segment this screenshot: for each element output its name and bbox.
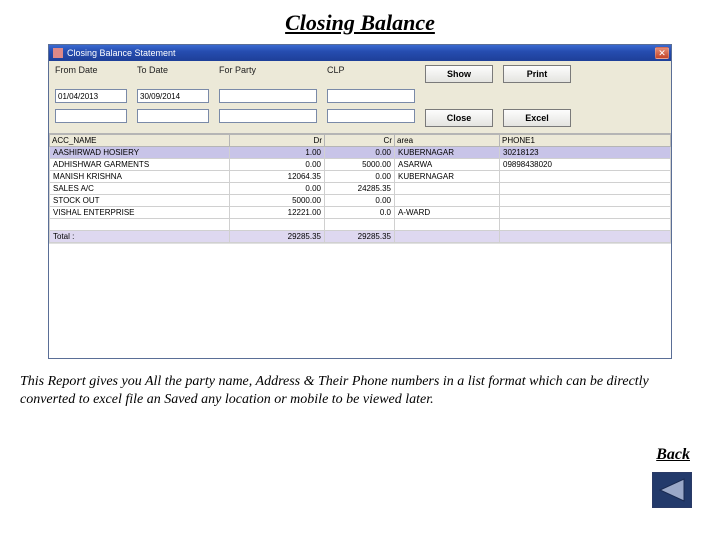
total-dr: 29285.35 (230, 231, 325, 243)
for-party-label: For Party (219, 65, 317, 83)
blank-input-4[interactable] (327, 109, 415, 123)
cell-dr: 0.00 (230, 183, 325, 195)
cell-cr: 0.00 (325, 171, 395, 183)
clp-input[interactable] (327, 89, 415, 103)
cell-area (395, 183, 500, 195)
cell-cr: 0.0 (325, 207, 395, 219)
toolbar-row-1: From Date To Date For Party CLP Show Pri… (49, 61, 671, 105)
app-window: Closing Balance Statement ✕ From Date To… (48, 44, 672, 359)
cell-dr: 12221.00 (230, 207, 325, 219)
cell-name: MANISH KRISHNA (50, 171, 230, 183)
table-row[interactable]: STOCK OUT 5000.00 0.00 (50, 195, 671, 207)
toolbar-row-2: Close Excel (49, 105, 671, 133)
for-party-input[interactable] (219, 89, 317, 103)
cell-name: AASHIRWAD HOSIERY (50, 147, 230, 159)
cell-dr: 5000.00 (230, 195, 325, 207)
page-title: Closing Balance (0, 0, 720, 44)
cell-area: KUBERNAGAR (395, 171, 500, 183)
cell-phone (500, 183, 671, 195)
cell-phone (500, 207, 671, 219)
cell-phone (500, 171, 671, 183)
from-date-input[interactable] (55, 89, 127, 103)
grid-empty-area (49, 243, 671, 358)
back-link[interactable]: Back (656, 446, 690, 464)
total-row: Total : 29285.35 29285.35 (50, 231, 671, 243)
back-arrow-button[interactable] (652, 472, 692, 508)
col-dr[interactable]: Dr (230, 135, 325, 147)
from-date-label: From Date (55, 65, 127, 83)
to-date-label: To Date (137, 65, 209, 83)
table-row-blank (50, 219, 671, 231)
cell-name: STOCK OUT (50, 195, 230, 207)
table-row[interactable]: VISHAL ENTERPRISE 12221.00 0.0 A-WARD (50, 207, 671, 219)
cell-name: ADHISHWAR GARMENTS (50, 159, 230, 171)
triangle-left-icon (656, 477, 688, 503)
cell-dr: 0.00 (230, 159, 325, 171)
grid-header-row: ACC_NAME Dr Cr area PHONE1 (50, 135, 671, 147)
total-label: Total : (50, 231, 230, 243)
excel-button[interactable]: Excel (503, 109, 571, 127)
window-title: Closing Balance Statement (67, 48, 655, 58)
cell-dr: 1.00 (230, 147, 325, 159)
blank-input-2[interactable] (137, 109, 209, 123)
cell-area (395, 195, 500, 207)
cell-cr: 0.00 (325, 147, 395, 159)
cell-area: ASARWA (395, 159, 500, 171)
table-row[interactable]: AASHIRWAD HOSIERY 1.00 0.00 KUBERNAGAR 3… (50, 147, 671, 159)
cell-area: KUBERNAGAR (395, 147, 500, 159)
cell-cr: 5000.00 (325, 159, 395, 171)
cell-name: SALES A/C (50, 183, 230, 195)
to-date-input[interactable] (137, 89, 209, 103)
window-titlebar: Closing Balance Statement ✕ (49, 45, 671, 61)
clp-label: CLP (327, 65, 415, 83)
col-area[interactable]: area (395, 135, 500, 147)
cell-name: VISHAL ENTERPRISE (50, 207, 230, 219)
total-cr: 29285.35 (325, 231, 395, 243)
cell-phone: 09898438020 (500, 159, 671, 171)
cell-phone: 30218123 (500, 147, 671, 159)
cell-cr: 0.00 (325, 195, 395, 207)
col-cr[interactable]: Cr (325, 135, 395, 147)
col-phone[interactable]: PHONE1 (500, 135, 671, 147)
close-button[interactable]: Close (425, 109, 493, 127)
cell-cr: 24285.35 (325, 183, 395, 195)
cell-dr: 12064.35 (230, 171, 325, 183)
app-icon (53, 48, 63, 58)
table-row[interactable]: SALES A/C 0.00 24285.35 (50, 183, 671, 195)
data-grid: ACC_NAME Dr Cr area PHONE1 AASHIRWAD HOS… (49, 133, 671, 358)
table-row[interactable]: MANISH KRISHNA 12064.35 0.00 KUBERNAGAR (50, 171, 671, 183)
close-icon[interactable]: ✕ (655, 47, 669, 59)
description-text: This Report gives you All the party name… (20, 373, 700, 408)
table-row[interactable]: ADHISHWAR GARMENTS 0.00 5000.00 ASARWA 0… (50, 159, 671, 171)
blank-input-1[interactable] (55, 109, 127, 123)
blank-input-3[interactable] (219, 109, 317, 123)
col-acc-name[interactable]: ACC_NAME (50, 135, 230, 147)
cell-area: A-WARD (395, 207, 500, 219)
print-button[interactable]: Print (503, 65, 571, 83)
cell-phone (500, 195, 671, 207)
show-button[interactable]: Show (425, 65, 493, 83)
